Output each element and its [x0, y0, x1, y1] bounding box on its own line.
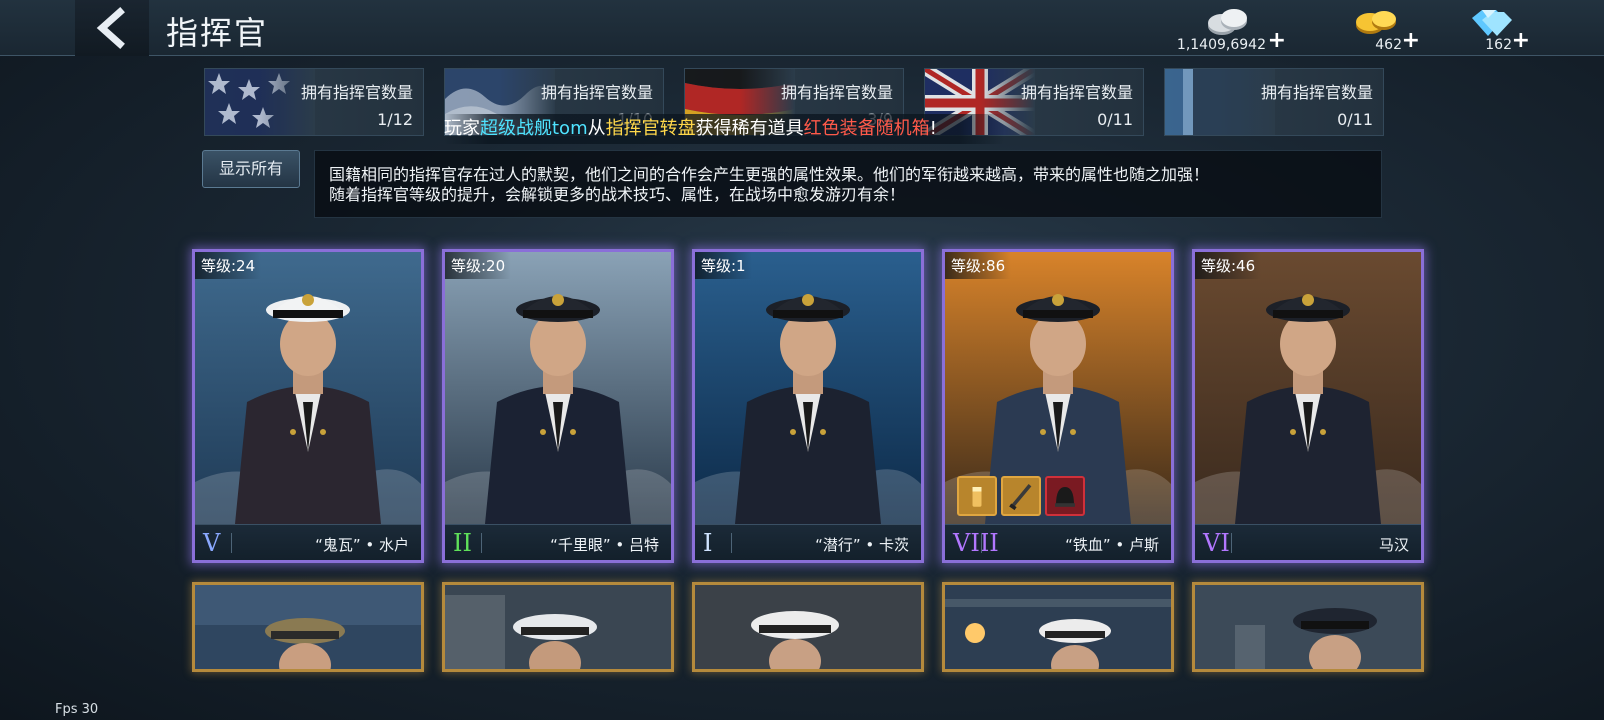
broadcast-marquee: 玩家超级战舰tom从指挥官转盘获得稀有道具红色装备随机箱!	[444, 114, 1004, 144]
diamond-currency[interactable]: 162 +	[1432, 4, 1552, 56]
marquee-player: 超级战舰tom	[480, 118, 588, 139]
nameplate-divider	[981, 533, 982, 553]
commander-level: 等级:1	[695, 252, 752, 279]
nation-tab-usa[interactable]: 拥有指挥官数量 1/12	[204, 68, 424, 136]
nation-count: 0/11	[1337, 110, 1373, 129]
silver-plus-button[interactable]: +	[1268, 28, 1286, 53]
description-line-1: 国籍相同的指挥官存在过人的默契，他们之间的合作会产生更强的属性效果。他们的军衔越…	[329, 165, 1210, 184]
commander-nameplate: I “潜行” • 卡茨	[695, 524, 921, 560]
nation-label: 拥有指挥官数量	[300, 83, 413, 102]
page-title: 指挥官	[166, 14, 269, 52]
commander-name: “铁血” • 卢斯	[1065, 536, 1159, 554]
nation-label: 拥有指挥官数量	[1020, 83, 1133, 102]
commander-card[interactable]: 等级:46 VI 马汉	[1192, 249, 1424, 563]
marquee-source: 指挥官转盘	[605, 118, 696, 139]
commander-rank: VI	[1203, 529, 1230, 557]
helmet-icon[interactable]	[1045, 476, 1085, 516]
sword-icon[interactable]	[1001, 476, 1041, 516]
commander-portrait	[695, 585, 921, 669]
marquee-item: 红色装备随机箱	[803, 118, 930, 139]
commander-card[interactable]: 等级:86 VIII “铁血” • 卢斯	[942, 249, 1174, 563]
commander-card[interactable]	[942, 582, 1174, 672]
commander-card[interactable]	[442, 582, 674, 672]
nation-tab-ussr[interactable]: 拥有指挥官数量 0/11	[1164, 68, 1384, 136]
commander-name: “潜行” • 卡茨	[815, 536, 909, 554]
commander-rank: I	[703, 529, 713, 557]
commander-card[interactable]	[692, 582, 924, 672]
commander-portrait	[195, 585, 421, 669]
commander-nameplate: II “千里眼” • 吕特	[445, 524, 671, 560]
nameplate-divider	[231, 533, 232, 553]
commander-portrait	[445, 252, 671, 524]
gold-plus-button[interactable]: +	[1402, 28, 1420, 53]
diamond-amount: 162	[1485, 37, 1512, 53]
gold-amount: 462	[1375, 37, 1402, 53]
nation-count: 1/12	[377, 110, 413, 129]
commander-portrait	[195, 252, 421, 524]
nameplate-divider	[731, 533, 732, 553]
commander-portrait	[695, 252, 921, 524]
commander-level: 等级:20	[445, 252, 512, 279]
ussr-flag-icon	[1165, 69, 1275, 135]
commander-card[interactable]: 等级:20 II “千里眼” • 吕特	[442, 249, 674, 563]
silver-coins-icon	[1208, 9, 1247, 35]
marquee-from: 从	[587, 118, 606, 139]
commander-rank: II	[453, 529, 472, 557]
show-all-button[interactable]: 显示所有	[202, 150, 300, 188]
commander-card[interactable]	[1192, 582, 1424, 672]
commander-portrait	[445, 585, 671, 669]
nation-count: 0/11	[1097, 110, 1133, 129]
commander-level: 等级:24	[195, 252, 262, 279]
diamond-plus-button[interactable]: +	[1512, 28, 1530, 53]
marquee-got: 获得稀有道具	[695, 118, 804, 139]
nation-label: 拥有指挥官数量	[540, 83, 653, 102]
commander-name: 马汉	[1378, 536, 1409, 554]
commander-level: 等级:86	[945, 252, 1012, 279]
commander-card[interactable]: 等级:24 V “鬼瓦” • 水户	[192, 249, 424, 563]
gold-currency[interactable]: 462 +	[1318, 4, 1438, 56]
gold-coins-icon	[1356, 11, 1396, 34]
commander-nameplate: VI 马汉	[1195, 524, 1421, 560]
commander-portrait	[945, 585, 1171, 669]
shell-icon[interactable]	[957, 476, 997, 516]
commander-card[interactable]: 等级:1 I “潜行” • 卡茨	[692, 249, 924, 563]
commander-nameplate: VIII “铁血” • 卢斯	[945, 524, 1171, 560]
commander-nameplate: V “鬼瓦” • 水户	[195, 524, 421, 560]
commander-level: 等级:46	[1195, 252, 1262, 279]
silver-currency[interactable]: 1,1409,6942 +	[1168, 4, 1288, 56]
usa-flag-icon	[205, 69, 315, 135]
chevron-left-icon	[96, 7, 125, 49]
commander-name: “千里眼” • 吕特	[550, 536, 659, 554]
fps-counter: Fps 30	[55, 702, 99, 717]
marquee-prefix: 玩家	[444, 118, 480, 139]
description-panel: 国籍相同的指挥官存在过人的默契，他们之间的合作会产生更强的属性效果。他们的军衔越…	[314, 150, 1382, 218]
nation-label: 拥有指挥官数量	[780, 83, 893, 102]
commander-card[interactable]	[192, 582, 424, 672]
marquee-end: !	[929, 118, 937, 139]
commander-portrait	[1195, 252, 1421, 524]
commander-rank: VIII	[953, 529, 999, 557]
description-line-2: 随着指挥官等级的提升，会解锁更多的战术技巧、属性，在战场中愈发游刃有余！	[329, 185, 906, 204]
commander-portrait	[1195, 585, 1421, 669]
nameplate-divider	[1231, 533, 1232, 553]
silver-amount: 1,1409,6942	[1176, 37, 1266, 53]
top-bar: 指挥官 1,1409,6942 + 462 + 162 +	[0, 0, 1604, 56]
nation-label: 拥有指挥官数量	[1260, 83, 1373, 102]
commander-rank: V	[203, 529, 221, 557]
back-button[interactable]	[75, 0, 149, 56]
nameplate-divider	[481, 533, 482, 553]
commander-name: “鬼瓦” • 水户	[315, 536, 409, 554]
